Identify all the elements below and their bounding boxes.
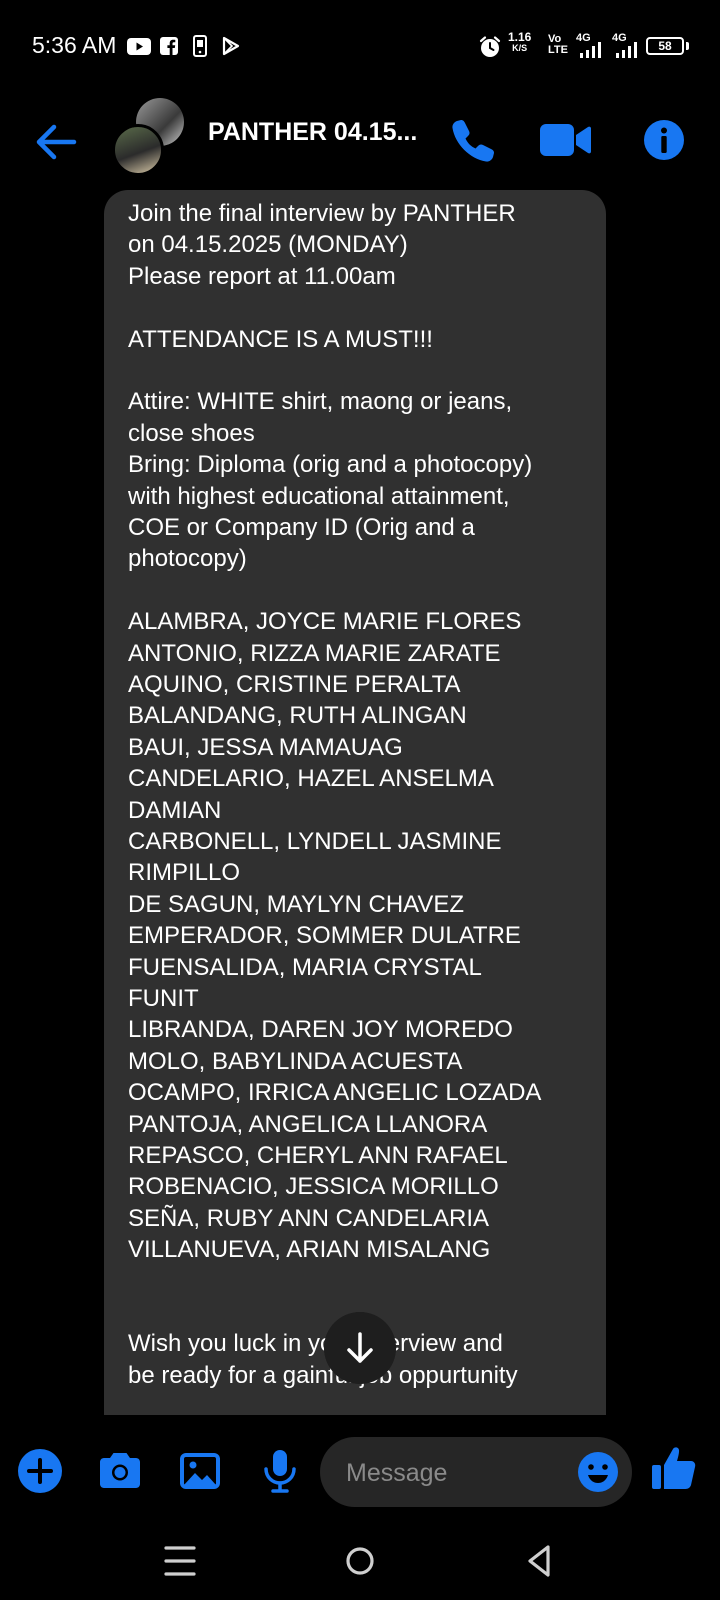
message-line: EMPERADOR, SOMMER DULATRE (128, 922, 521, 950)
message-line: LIBRANDA, DAREN JOY MOREDO (128, 1016, 513, 1044)
menu-icon[interactable] (158, 1539, 202, 1583)
message-line: BALANDANG, RUTH ALINGAN (128, 702, 467, 730)
message-input[interactable] (344, 1437, 568, 1509)
signal-icon (580, 42, 601, 58)
message-line: REPASCO, CHERYL ANN RAFAEL (128, 1142, 508, 1169)
scroll-to-bottom-button[interactable] (324, 1312, 396, 1384)
system-navigation-bar (0, 1525, 720, 1600)
message-line: PANTOJA, ANGELICA LLANORA (128, 1110, 488, 1138)
back-arrow-icon[interactable] (28, 114, 84, 170)
message-line: RIMPILLO (128, 859, 241, 887)
message-line: VILLANUEVA, ARIAN MISALANG (128, 1236, 491, 1264)
message-line: AQUINO, CRISTINE PERALTA (128, 671, 461, 698)
message-bubble[interactable]: Join the final interview by PANTHER on 04… (104, 190, 606, 1415)
back-icon[interactable] (518, 1539, 562, 1583)
video-call-icon[interactable] (538, 112, 594, 168)
camera-icon[interactable] (94, 1445, 146, 1497)
message-input-container[interactable] (320, 1437, 632, 1509)
message-line: Bring: Diploma (orig and a photocopy) (128, 451, 533, 479)
volte-bottom: LTE (548, 44, 568, 56)
phone-device-icon (193, 35, 207, 57)
message-line: photocopy) (128, 545, 247, 573)
chat-header: PANTHER 04.15... (0, 94, 720, 194)
alarm-icon (479, 36, 501, 57)
battery-icon: 58 (646, 37, 684, 55)
message-line: ATTENDANCE IS A MUST!!! (128, 325, 433, 353)
signal-icon (616, 42, 637, 58)
message-list[interactable]: Join the final interview by PANTHER on 04… (0, 190, 720, 1415)
message-line: Please report at 11.00am (128, 262, 396, 290)
message-line: close shoes (128, 419, 255, 447)
microphone-icon[interactable] (254, 1445, 306, 1497)
phone-call-icon[interactable] (444, 112, 500, 168)
message-line: DE SAGUN, MAYLYN CHAVEZ (128, 890, 465, 918)
thumbs-up-icon[interactable] (646, 1441, 702, 1497)
network-speed-value: 1.16 (508, 30, 532, 44)
info-icon[interactable] (636, 112, 692, 168)
message-line: on 04.15.2025 (MONDAY) (128, 231, 408, 259)
network-speed-unit: K/S (512, 43, 528, 53)
chat-title[interactable]: PANTHER 04.15... (208, 118, 428, 147)
network-speed: 1.16 K/S (508, 31, 531, 54)
message-line: FUNIT (128, 985, 199, 1012)
message-line: ALAMBRA, JOYCE MARIE FLORES (128, 608, 522, 636)
status-time: 5:36 AM (32, 32, 117, 58)
home-icon[interactable] (338, 1539, 382, 1583)
message-line: SEÑA, RUBY ANN CANDELARIA (128, 1204, 489, 1232)
message-line: BAUI, JESSA MAMAUAG (128, 733, 403, 761)
message-line: Attire: WHITE shirt, maong or jeans, (128, 388, 513, 416)
message-line: ROBENACIO, JESSICA MORILLO (128, 1173, 499, 1201)
battery-tip (686, 42, 689, 50)
message-line: DAMIAN (128, 796, 222, 824)
message-line: with highest educational attainment, (128, 482, 510, 510)
message-line: MOLO, BABYLINDA ACUESTA (128, 1047, 463, 1075)
gallery-icon[interactable] (174, 1445, 226, 1497)
message-line: CARBONELL, LYNDELL JASMINE (128, 828, 502, 855)
play-store-icon (222, 36, 240, 56)
message-line: CANDELARIO, HAZEL ANSELMA (128, 765, 494, 793)
group-avatar[interactable] (110, 98, 190, 178)
volte-indicator: Vo LTE (548, 34, 568, 56)
message-line: ANTONIO, RIZZA MARIE ZARATE (128, 639, 501, 667)
message-line: Join the final interview by PANTHER (128, 200, 516, 227)
message-line: OCAMPO, IRRICA ANGELIC LOZADA (128, 1079, 542, 1107)
avatar (112, 124, 164, 176)
youtube-icon (127, 38, 151, 55)
message-line: COE or Company ID (Orig and a (128, 514, 475, 541)
message-line: FUENSALIDA, MARIA CRYSTAL (128, 953, 482, 981)
facebook-icon (160, 37, 178, 55)
message-composer (0, 1415, 720, 1525)
status-bar: 5:36 AM 1.16 K/S Vo LTE 4G 4G 58 (0, 0, 720, 94)
battery-level: 58 (658, 39, 672, 53)
plus-icon[interactable] (14, 1445, 66, 1497)
emoji-icon[interactable] (576, 1450, 620, 1494)
